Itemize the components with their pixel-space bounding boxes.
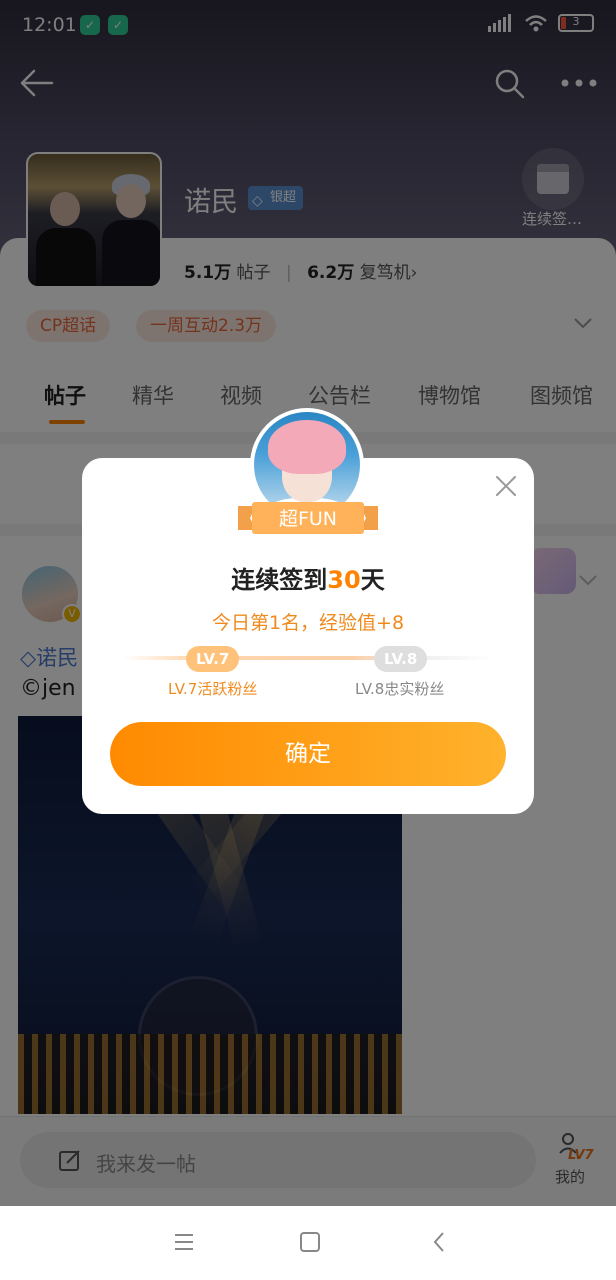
dialog-title: 连续签到30天 <box>231 566 385 594</box>
level-next-pill: LV.8 <box>374 646 428 672</box>
confirm-button[interactable]: 确定 <box>110 722 506 786</box>
level-current-label: LV.7活跃粉丝 <box>168 680 258 698</box>
level-current-pill: LV.7 <box>186 646 240 672</box>
menu-icon[interactable] <box>172 1230 196 1254</box>
level-next-label: LV.8忠实粉丝 <box>355 680 445 698</box>
level-progress-track <box>122 656 494 660</box>
ribbon-label: 超FUN <box>278 508 338 530</box>
close-icon[interactable] <box>494 474 518 498</box>
dialog-subtitle: 今日第1名，经验值+8 <box>211 612 405 634</box>
back-triangle-icon[interactable] <box>428 1230 452 1254</box>
home-square-icon[interactable] <box>298 1230 322 1254</box>
